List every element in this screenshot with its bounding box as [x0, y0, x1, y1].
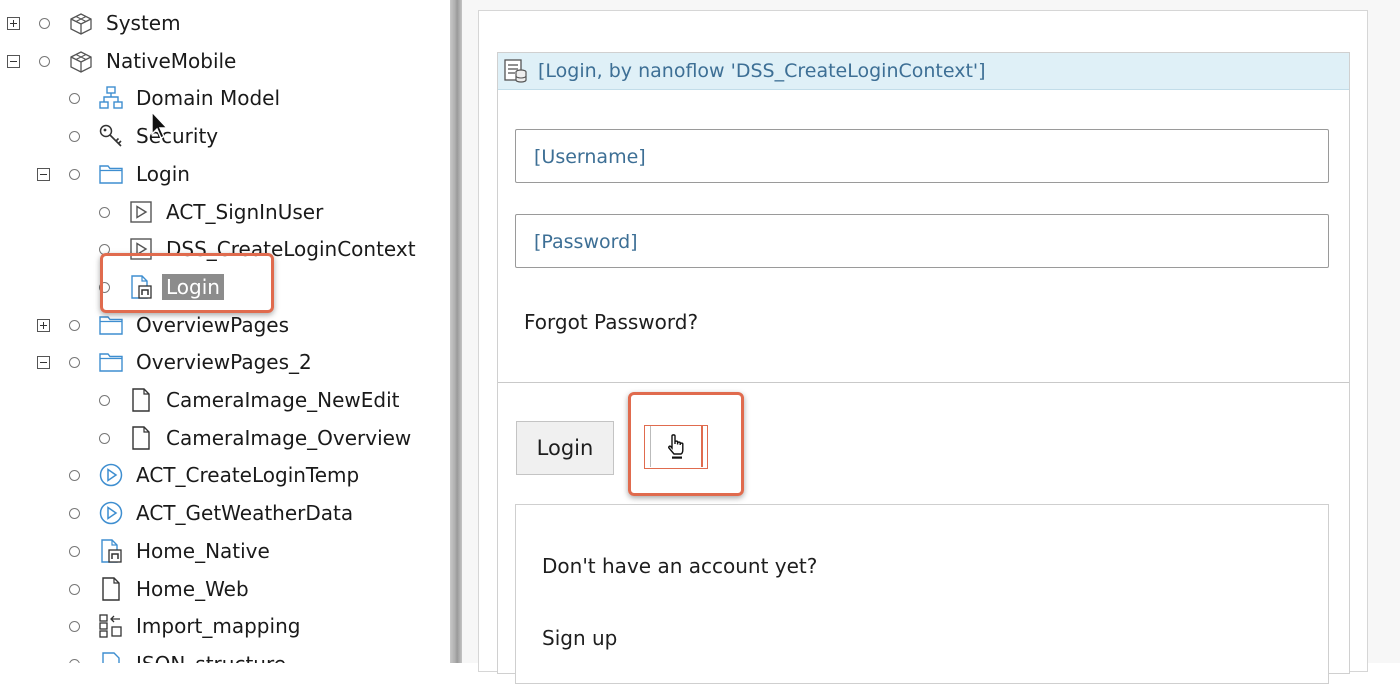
- json-icon: { }: [98, 651, 124, 663]
- status-bullet-icon: [69, 169, 80, 180]
- status-bullet-icon: [99, 207, 110, 218]
- tree-item-label: ACT_GetWeatherData: [136, 501, 354, 525]
- status-bullet-icon: [99, 395, 110, 406]
- tree-item[interactable]: CameraImage_NewEdit: [0, 382, 450, 418]
- tree-item[interactable]: Home_Native: [0, 533, 450, 569]
- signup-question-text: Don't have an account yet?: [542, 554, 818, 578]
- nanoflow-icon: [128, 199, 154, 225]
- page-icon: [128, 425, 154, 451]
- data-view-widget[interactable]: [Login, by nanoflow 'DSS_CreateLoginCont…: [497, 52, 1350, 684]
- username-placeholder: [Username]: [534, 146, 646, 168]
- login-button[interactable]: Login: [516, 421, 614, 475]
- status-bullet-icon: [39, 56, 50, 67]
- tree-item[interactable]: System: [0, 5, 450, 41]
- password-placeholder: [Password]: [534, 231, 638, 253]
- tree-item-label: Home_Native: [136, 539, 270, 563]
- tree-item[interactable]: Security: [0, 118, 450, 154]
- data-view-icon: [502, 58, 528, 84]
- status-bullet-icon: [69, 93, 80, 104]
- tree-item[interactable]: ACT_GetWeatherData: [0, 495, 450, 531]
- tree-item[interactable]: Import_mapping: [0, 608, 450, 644]
- tree-item[interactable]: Login: [0, 156, 450, 192]
- empty-button-highlight: [628, 392, 744, 496]
- pane-splitter[interactable]: [450, 0, 462, 663]
- tree-item[interactable]: ACT_SignInUser: [0, 194, 450, 230]
- selected-item-highlight: [100, 253, 274, 313]
- status-bullet-icon: [39, 18, 50, 29]
- tree-item-label: Security: [136, 124, 219, 148]
- username-input[interactable]: [Username]: [515, 129, 1329, 183]
- status-bullet-icon: [69, 621, 80, 632]
- folder-icon: [98, 349, 124, 375]
- tree-item[interactable]: Domain Model: [0, 80, 450, 116]
- page-icon: [98, 576, 124, 602]
- footer-divider: [498, 382, 1349, 383]
- tree-item[interactable]: Home_Web: [0, 571, 450, 607]
- tree-item-label: Login: [136, 162, 190, 186]
- tree-item[interactable]: NativeMobile: [0, 43, 450, 79]
- tree-item-label: ACT_SignInUser: [166, 200, 324, 224]
- signup-container: Don't have an account yet? Sign up: [515, 504, 1329, 684]
- status-bullet-icon: [69, 131, 80, 142]
- tree-item-label: Home_Web: [136, 577, 249, 601]
- key-icon: [98, 123, 124, 149]
- module-icon: [68, 10, 94, 36]
- status-bullet-icon: [69, 508, 80, 519]
- tree-item-label: NativeMobile: [106, 49, 237, 73]
- mouse-pointer-icon: [150, 110, 170, 144]
- project-explorer-tree: System NativeMobile Domain Model Security Lo…: [0, 0, 450, 663]
- folder-icon: [98, 312, 124, 338]
- tree-item-label: Domain Model: [136, 86, 281, 110]
- tree-item-label: System: [106, 11, 181, 35]
- tree-item[interactable]: { } JSON_structure: [0, 646, 450, 663]
- status-bullet-icon: [69, 470, 80, 481]
- data-view-header[interactable]: [Login, by nanoflow 'DSS_CreateLoginCont…: [498, 53, 1349, 90]
- native-page-icon: [98, 538, 124, 564]
- status-bullet-icon: [69, 584, 80, 595]
- status-bullet-icon: [69, 320, 80, 331]
- tree-item-label: OverviewPages: [136, 313, 289, 337]
- tree-item-label: Import_mapping: [136, 614, 301, 638]
- tree-item-label: ACT_CreateLoginTemp: [136, 463, 360, 487]
- import-mapping-icon: [98, 613, 124, 639]
- password-input[interactable]: [Password]: [515, 214, 1329, 268]
- folder-icon: [98, 161, 124, 187]
- status-bullet-icon: [69, 659, 80, 663]
- tree-item-label: CameraImage_Overview: [166, 426, 412, 450]
- forgot-password-link[interactable]: Forgot Password?: [524, 309, 698, 335]
- collapse-icon[interactable]: [7, 55, 20, 68]
- collapse-icon[interactable]: [37, 168, 50, 181]
- status-bullet-icon: [99, 433, 110, 444]
- signup-link[interactable]: Sign up: [542, 625, 617, 651]
- tree-item-label: OverviewPages_2: [136, 350, 312, 374]
- tree-item[interactable]: ACT_CreateLoginTemp: [0, 457, 450, 493]
- data-view-caption: [Login, by nanoflow 'DSS_CreateLoginCont…: [538, 60, 986, 82]
- tree-item[interactable]: CameraImage_Overview: [0, 420, 450, 456]
- domain-model-icon: [98, 85, 124, 111]
- tree-item-label: CameraImage_NewEdit: [166, 388, 400, 412]
- tree-item-label: JSON_structure: [136, 651, 286, 663]
- module-icon: [68, 48, 94, 74]
- microflow-icon: [98, 500, 124, 526]
- expand-icon[interactable]: [7, 17, 20, 30]
- collapse-icon[interactable]: [37, 356, 50, 369]
- status-bullet-icon: [69, 357, 80, 368]
- status-bullet-icon: [69, 546, 80, 557]
- page-icon: [128, 387, 154, 413]
- tree-item[interactable]: OverviewPages_2: [0, 344, 450, 380]
- expand-icon[interactable]: [37, 319, 50, 332]
- microflow-icon: [98, 462, 124, 488]
